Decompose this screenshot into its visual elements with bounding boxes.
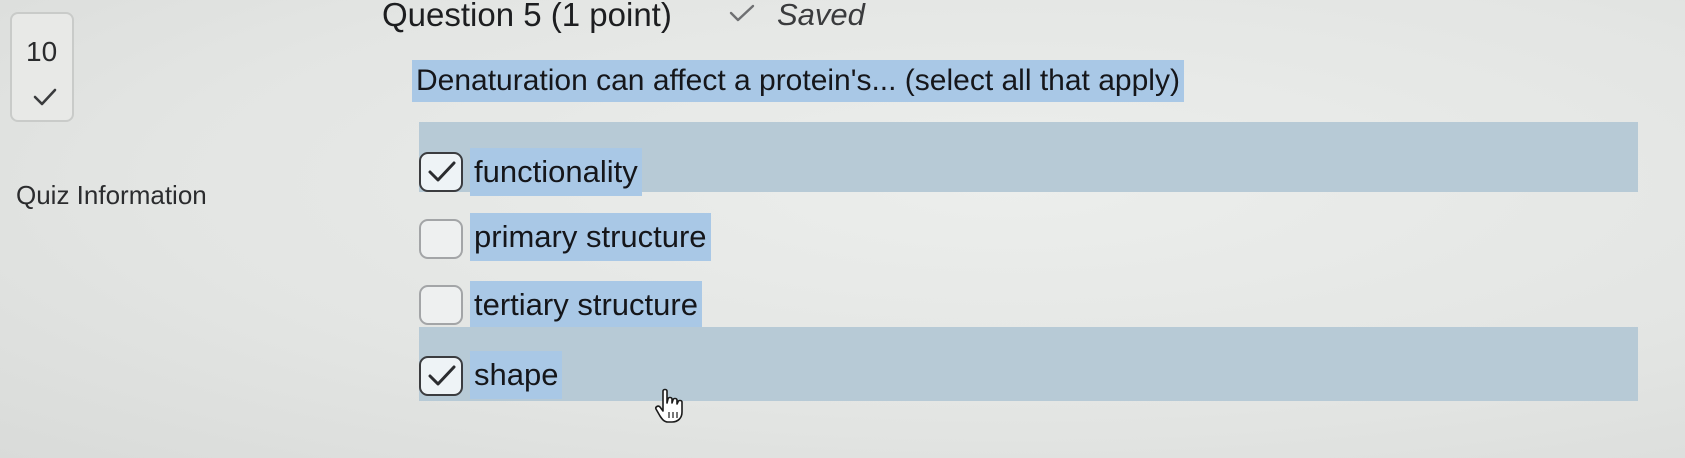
check-icon: [428, 365, 456, 386]
quiz-page: 10 Quiz Information Question 5 (1 point)…: [0, 0, 1685, 458]
answer-option-tertiary-structure[interactable]: tertiary structure: [419, 275, 1638, 333]
answer-checkbox[interactable]: [419, 152, 463, 192]
answer-label: tertiary structure: [470, 281, 702, 329]
quiz-information-link[interactable]: Quiz Information: [16, 180, 207, 211]
answer-option-functionality[interactable]: functionality: [419, 122, 1638, 196]
answer-checkbox[interactable]: [419, 285, 463, 325]
question-number: 10: [26, 36, 58, 67]
question-title: Question 5 (1 point): [382, 0, 672, 33]
question-text: Denaturation can affect a protein's... (…: [412, 60, 1184, 102]
check-icon: [428, 161, 456, 182]
saved-status: Saved: [777, 0, 865, 32]
question-nav-tile[interactable]: 10: [10, 12, 74, 122]
check-icon: [33, 88, 57, 106]
answer-option-primary-structure[interactable]: primary structure: [419, 205, 1638, 275]
answer-checkbox[interactable]: [419, 219, 463, 259]
answer-label: shape: [470, 351, 563, 399]
hand-pointer-icon: [655, 388, 683, 423]
answer-label: primary structure: [470, 213, 711, 261]
answer-option-shape[interactable]: shape: [419, 327, 1638, 401]
answer-checkbox[interactable]: [419, 356, 463, 396]
check-icon: [729, 4, 755, 22]
answer-label: functionality: [470, 148, 642, 196]
